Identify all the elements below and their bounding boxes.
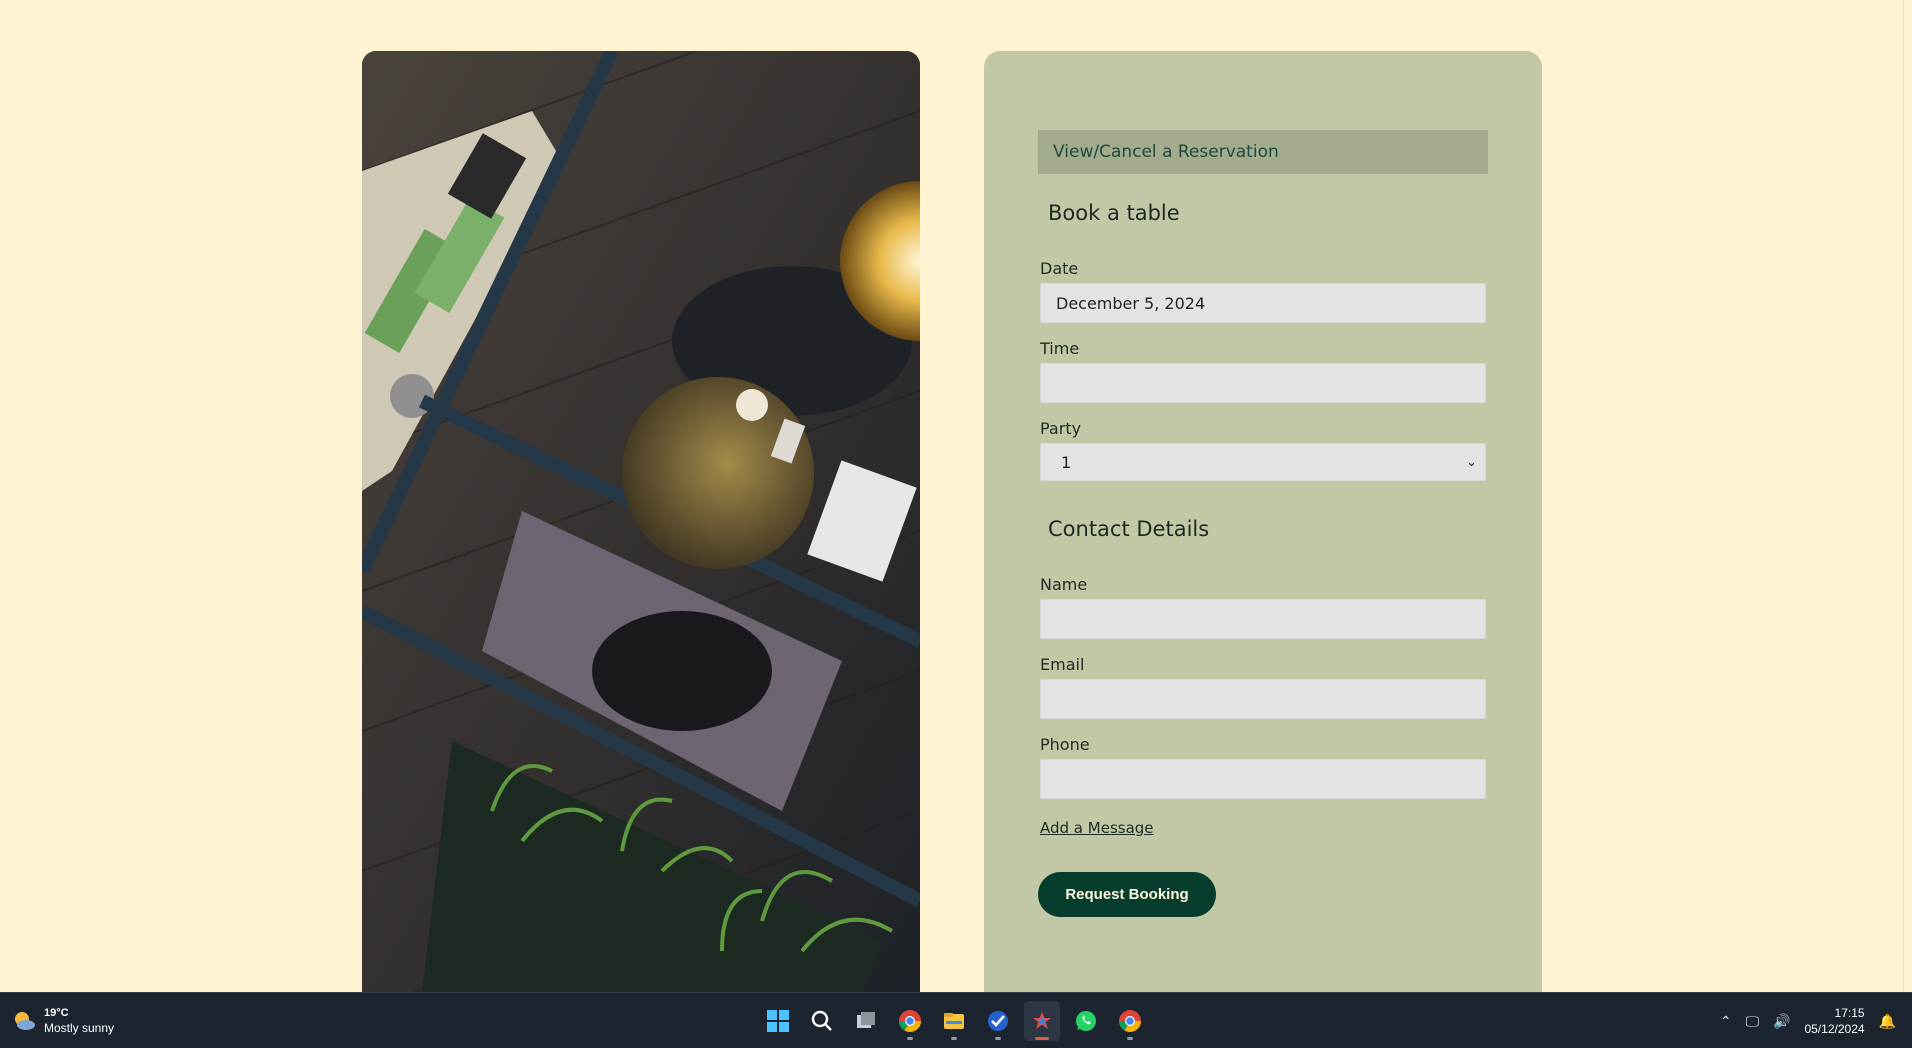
taskbar-apps	[760, 993, 1148, 1048]
page-viewport: View/Cancel a Reservation Book a table D…	[0, 0, 1912, 992]
weather-widget[interactable]: 19°C Mostly sunny	[12, 993, 114, 1048]
request-booking-button[interactable]: Request Booking	[1038, 872, 1216, 917]
running-indicator	[1035, 1037, 1049, 1040]
chrome-icon[interactable]	[892, 1001, 928, 1041]
name-label: Name	[1040, 575, 1088, 594]
email-field[interactable]	[1040, 679, 1486, 719]
folder-icon[interactable]	[936, 1001, 972, 1041]
contact-details-heading: Contact Details	[1048, 517, 1210, 541]
app-icon[interactable]	[1024, 1001, 1060, 1041]
running-indicator	[951, 1037, 957, 1040]
whatsapp-icon[interactable]	[1068, 1001, 1104, 1041]
date-field[interactable]: December 5, 2024	[1040, 283, 1486, 323]
running-indicator	[995, 1037, 1001, 1040]
volume-icon[interactable]: 🔊	[1773, 1013, 1790, 1030]
clock-time: 17:15	[1834, 1006, 1865, 1020]
party-label: Party	[1040, 419, 1082, 438]
chevron-down-icon: ⌄	[1466, 454, 1477, 470]
weather-temperature: 19°C	[44, 1007, 69, 1019]
phone-field[interactable]	[1040, 759, 1486, 799]
taskbar: 19°C Mostly sunny ⌃ 🖵 🔊 17:15 05/12/2024…	[0, 992, 1912, 1048]
weather-description: Mostly sunny	[44, 1021, 115, 1035]
scrollbar[interactable]	[1903, 0, 1912, 992]
date-value: December 5, 2024	[1056, 293, 1206, 313]
view-cancel-reservation-button[interactable]: View/Cancel a Reservation	[1038, 130, 1488, 174]
book-table-heading: Book a table	[1048, 201, 1180, 225]
chrome-icon[interactable]	[1112, 1001, 1148, 1041]
cafe-photo	[362, 51, 920, 992]
time-label: Time	[1040, 339, 1080, 358]
system-tray: ⌃ 🖵 🔊 17:15 05/12/2024 🔔	[1720, 993, 1912, 1048]
chevron-up-icon[interactable]: ⌃	[1720, 1013, 1732, 1030]
phone-label: Phone	[1040, 735, 1090, 754]
network-icon[interactable]: 🖵	[1746, 1013, 1760, 1030]
name-field[interactable]	[1040, 599, 1486, 639]
clock[interactable]: 17:15 05/12/2024	[1805, 1005, 1865, 1037]
windows-icon[interactable]	[760, 1001, 796, 1041]
task-view-icon[interactable]	[848, 1001, 884, 1041]
add-message-link[interactable]: Add a Message	[1040, 819, 1154, 837]
time-field[interactable]	[1040, 363, 1486, 403]
booking-panel: View/Cancel a Reservation Book a table D…	[984, 51, 1542, 992]
notification-bell-icon[interactable]: 🔔	[1879, 1013, 1896, 1030]
date-label: Date	[1040, 259, 1079, 278]
party-select[interactable]: 1 ⌄	[1040, 443, 1486, 481]
running-indicator	[1127, 1037, 1133, 1040]
running-indicator	[907, 1037, 913, 1040]
party-value: 1	[1061, 452, 1072, 472]
search-icon[interactable]	[804, 1001, 840, 1041]
sun-cloud-icon	[12, 1009, 36, 1033]
checkmark-icon[interactable]	[980, 1001, 1016, 1041]
clock-date: 05/12/2024	[1804, 1022, 1865, 1036]
email-label: Email	[1040, 655, 1085, 674]
